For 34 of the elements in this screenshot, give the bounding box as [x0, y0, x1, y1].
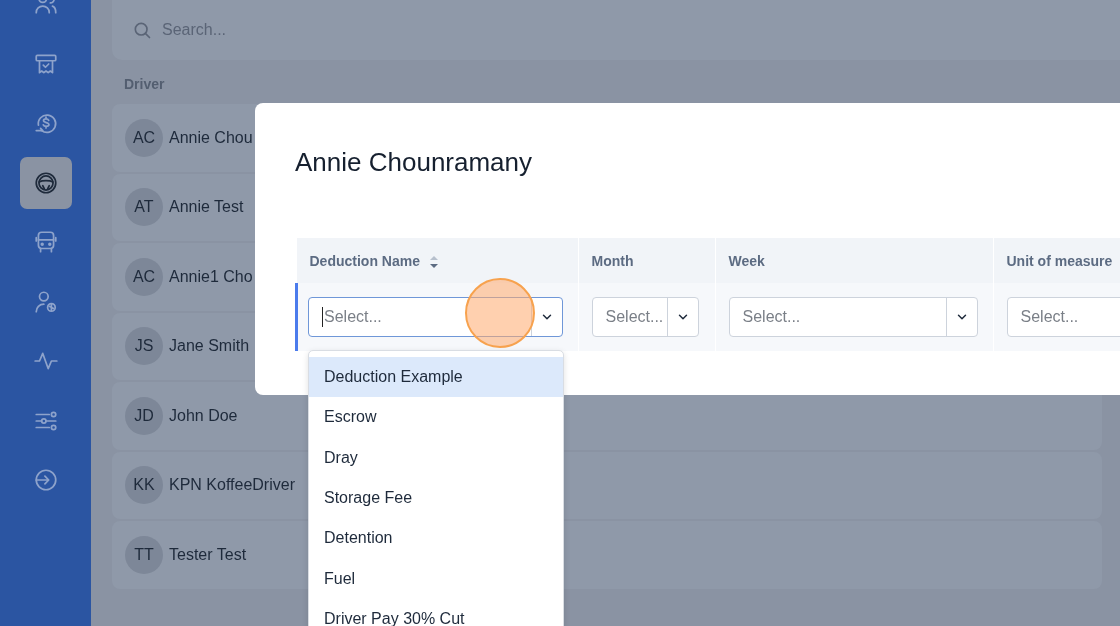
column-header: Month: [578, 238, 715, 283]
driver-name: Tester Test: [169, 545, 247, 564]
driver-name: John Doe: [169, 406, 238, 425]
avatar: JS: [125, 327, 163, 366]
driver-name: Jane Smith: [169, 337, 250, 356]
dropdown-option[interactable]: Storage Fee: [309, 477, 563, 519]
steering-wheel-icon: [32, 169, 59, 196]
avatar: AC: [125, 118, 163, 157]
avatar: TT: [125, 535, 163, 574]
select-field[interactable]: Select...: [591, 297, 699, 337]
column-header: Unit of measure: [993, 238, 1120, 283]
avatar: KK: [125, 466, 163, 505]
modal-title: Annie Chounramany: [295, 147, 534, 179]
driver-name: Annie1 Cho: [169, 267, 253, 286]
avatar: AC: [125, 257, 163, 296]
avatar: AT: [125, 188, 163, 227]
column-header[interactable]: Deduction Name: [296, 238, 578, 283]
sort-icon: [429, 255, 438, 268]
nav-item[interactable]: [19, 156, 72, 209]
dropdown-option[interactable]: Escrow: [309, 397, 563, 438]
select-field[interactable]: Select...: [308, 297, 563, 337]
dropdown-option[interactable]: Deduction Example: [309, 357, 563, 398]
driver-name: Annie Test: [169, 198, 244, 217]
user-settings-icon: [32, 288, 59, 315]
avatar: JD: [125, 396, 163, 435]
bus-icon: [32, 229, 59, 255]
dropdown-option[interactable]: Detention: [309, 518, 563, 559]
login-icon: [32, 467, 59, 493]
search-icon: [132, 20, 152, 40]
driver-name: KPN KoffeeDriver: [169, 476, 295, 495]
select-field[interactable]: Select...: [728, 297, 978, 337]
select-field[interactable]: Select...: [1006, 297, 1120, 337]
column-header: Week: [715, 238, 993, 283]
driver-name: Annie Chou: [169, 128, 253, 147]
